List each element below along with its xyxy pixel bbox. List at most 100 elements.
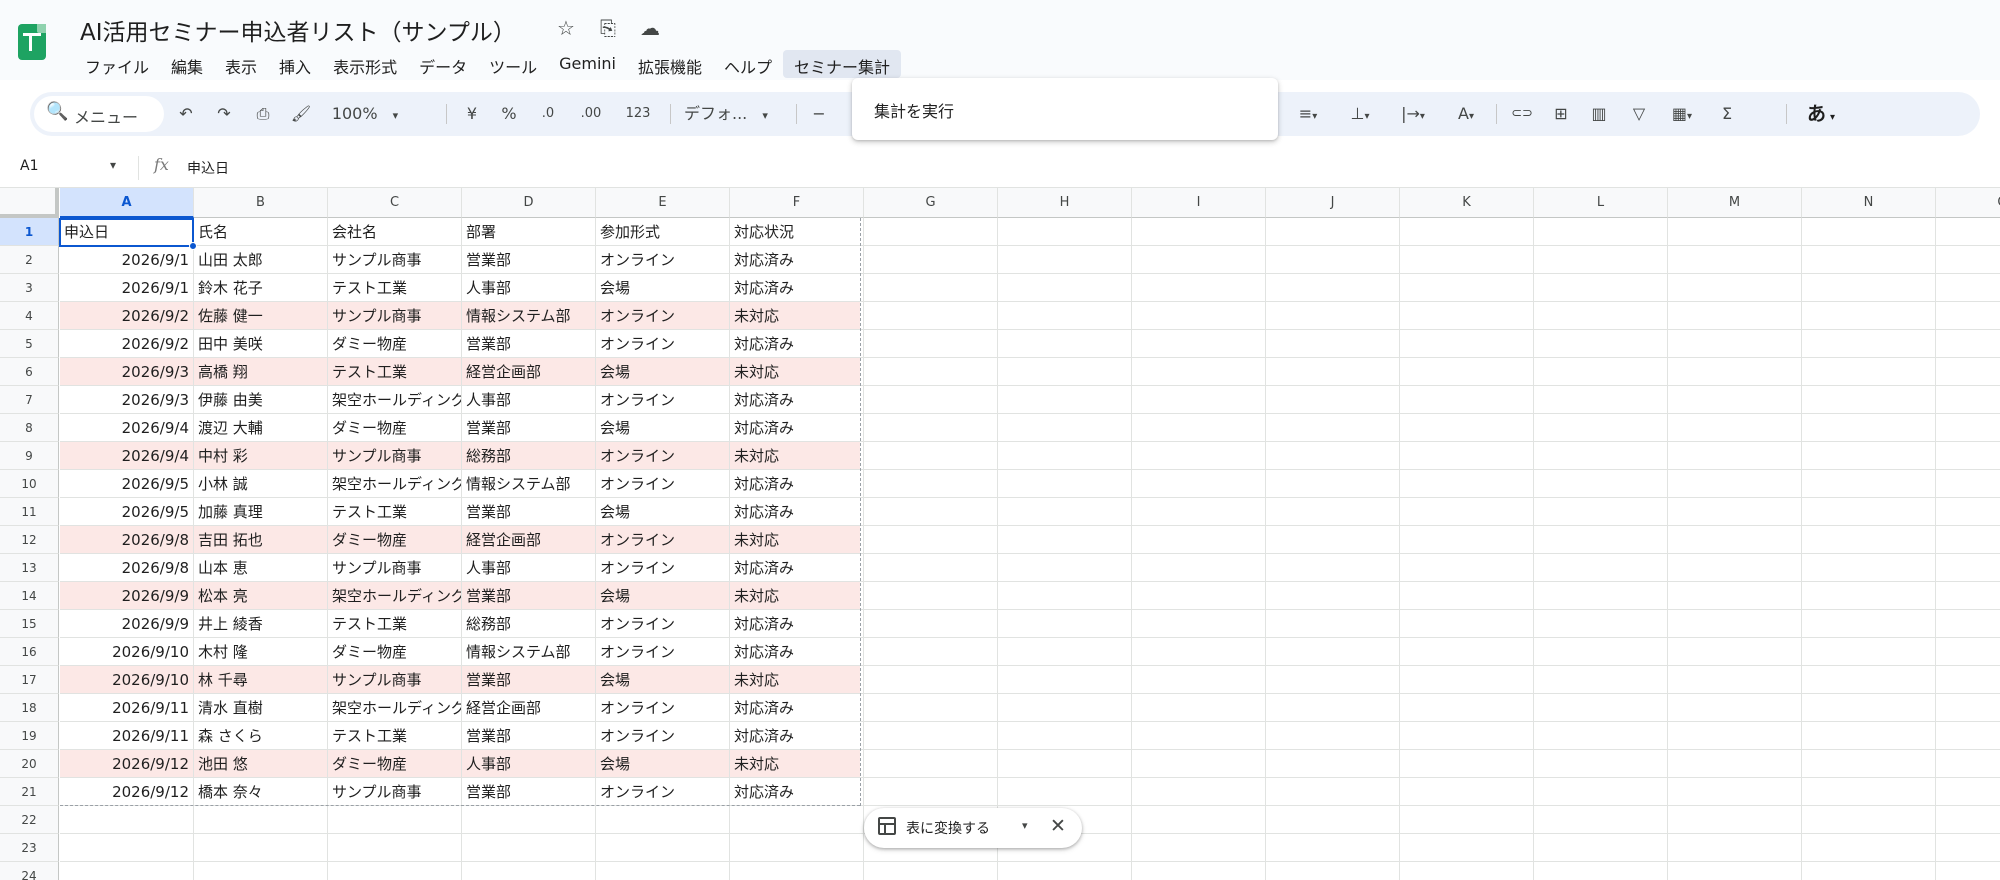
table-cell[interactable]: テスト工業 — [328, 274, 462, 302]
table-cell[interactable]: 会場 — [596, 358, 730, 386]
header-cell[interactable]: 対応状況 — [730, 218, 864, 246]
zoom-select[interactable]: 100% ▾ — [330, 92, 400, 136]
fill-handle[interactable] — [189, 242, 197, 250]
font-family-select[interactable]: デフォ... ▾ — [684, 92, 784, 136]
menu-item[interactable]: データ — [408, 50, 478, 78]
table-cell[interactable]: オンライン — [596, 610, 730, 638]
table-cell[interactable]: 対応済み — [730, 470, 864, 498]
table-cell[interactable]: 営業部 — [462, 246, 596, 274]
table-cell[interactable]: 総務部 — [462, 442, 596, 470]
table-cell[interactable]: オンライン — [596, 554, 730, 582]
table-cell[interactable]: 2026/9/2 — [60, 330, 194, 358]
table-cell[interactable]: サンプル商事 — [328, 778, 462, 806]
table-cell[interactable]: オンライン — [596, 330, 730, 358]
table-cell[interactable]: ダミー物産 — [328, 638, 462, 666]
table-cell[interactable]: 2026/9/8 — [60, 554, 194, 582]
table-cell[interactable]: 架空ホールディングス — [328, 582, 462, 610]
column-header[interactable]: M — [1668, 188, 1802, 218]
table-cell[interactable]: 会場 — [596, 498, 730, 526]
row-header[interactable]: 23 — [0, 834, 59, 862]
table-cell[interactable]: 山本 恵 — [194, 554, 328, 582]
table-cell[interactable]: 経営企画部 — [462, 526, 596, 554]
table-cell[interactable]: 未対応 — [730, 666, 864, 694]
column-header[interactable]: I — [1132, 188, 1266, 218]
table-cell[interactable]: 2026/9/11 — [60, 722, 194, 750]
select-all-corner[interactable] — [0, 188, 59, 218]
column-header[interactable]: L — [1534, 188, 1668, 218]
table-cell[interactable]: 小林 誠 — [194, 470, 328, 498]
table-cell[interactable]: 情報システム部 — [462, 638, 596, 666]
table-cell[interactable]: サンプル商事 — [328, 302, 462, 330]
table-cell[interactable]: 営業部 — [462, 330, 596, 358]
table-cell[interactable]: サンプル商事 — [328, 666, 462, 694]
table-cell[interactable]: 井上 綾香 — [194, 610, 328, 638]
row-header[interactable]: 20 — [0, 750, 59, 778]
row-header[interactable]: 3 — [0, 274, 59, 302]
table-cell[interactable]: 2026/9/9 — [60, 610, 194, 638]
filter-icon[interactable]: ▽ — [1624, 92, 1654, 136]
table-cell[interactable]: ダミー物産 — [328, 750, 462, 778]
table-cell[interactable]: 対応済み — [730, 638, 864, 666]
table-cell[interactable]: 鈴木 花子 — [194, 274, 328, 302]
table-cell[interactable]: 2026/9/9 — [60, 582, 194, 610]
table-cell[interactable]: 対応済み — [730, 610, 864, 638]
functions-icon[interactable]: Σ — [1712, 92, 1742, 136]
row-header[interactable]: 14 — [0, 582, 59, 610]
vertical-align-select[interactable]: ⊥▾ — [1338, 92, 1382, 136]
table-cell[interactable]: 架空ホールディングス — [328, 386, 462, 414]
table-cell[interactable]: 経営企画部 — [462, 358, 596, 386]
row-header[interactable]: 11 — [0, 498, 59, 526]
table-cell[interactable]: 2026/9/4 — [60, 442, 194, 470]
document-title[interactable]: AI活用セミナー申込者リスト（サンプル） — [80, 13, 516, 47]
row-header[interactable]: 22 — [0, 806, 59, 834]
table-cell[interactable]: 吉田 拓也 — [194, 526, 328, 554]
table-cell[interactable]: 営業部 — [462, 722, 596, 750]
column-header[interactable]: K — [1400, 188, 1534, 218]
table-cell[interactable]: テスト工業 — [328, 722, 462, 750]
table-cell[interactable]: テスト工業 — [328, 358, 462, 386]
menu-item[interactable]: Gemini — [548, 50, 627, 78]
table-cell[interactable]: 2026/9/11 — [60, 694, 194, 722]
table-cell[interactable]: 対応済み — [730, 694, 864, 722]
menu-item[interactable]: セミナー集計 — [783, 50, 902, 78]
run-aggregation-menu-item[interactable]: 集計を実行 — [874, 98, 954, 122]
table-cell[interactable]: 森 さくら — [194, 722, 328, 750]
table-cell[interactable]: 対応済み — [730, 414, 864, 442]
table-cell[interactable]: 田中 美咲 — [194, 330, 328, 358]
menu-item[interactable]: ファイル — [74, 50, 160, 78]
undo-icon[interactable]: ↶ — [172, 92, 200, 136]
table-cell[interactable]: 架空ホールディングス — [328, 694, 462, 722]
header-cell[interactable]: 参加形式 — [596, 218, 730, 246]
row-header[interactable]: 1 — [0, 218, 59, 246]
table-cell[interactable]: 未対応 — [730, 750, 864, 778]
menu-search[interactable]: 🔍 メニュー — [34, 96, 164, 132]
table-cell[interactable]: 渡辺 大輔 — [194, 414, 328, 442]
table-cell[interactable]: 未対応 — [730, 582, 864, 610]
row-header[interactable]: 5 — [0, 330, 59, 358]
insert-link-icon[interactable]: ⊂⊃ — [1506, 92, 1538, 136]
menu-item[interactable]: 拡張機能 — [627, 50, 713, 78]
header-cell[interactable]: 会社名 — [328, 218, 462, 246]
table-cell[interactable]: 人事部 — [462, 386, 596, 414]
table-cell[interactable]: 人事部 — [462, 750, 596, 778]
table-cell[interactable]: 松本 亮 — [194, 582, 328, 610]
redo-icon[interactable]: ↷ — [210, 92, 238, 136]
column-header[interactable]: B — [194, 188, 328, 218]
row-header[interactable]: 15 — [0, 610, 59, 638]
table-cell[interactable]: 2026/9/12 — [60, 778, 194, 806]
table-cell[interactable]: 営業部 — [462, 778, 596, 806]
insert-comment-icon[interactable]: ⊞ — [1546, 92, 1576, 136]
convert-to-table-chip[interactable]: 表に変換する ▾ ✕ — [864, 808, 1082, 848]
table-cell[interactable]: 2026/9/3 — [60, 358, 194, 386]
table-cell[interactable]: 対応済み — [730, 274, 864, 302]
table-cell[interactable]: サンプル商事 — [328, 554, 462, 582]
insert-chart-icon[interactable]: ▥ — [1584, 92, 1614, 136]
table-cell[interactable]: 橋本 奈々 — [194, 778, 328, 806]
table-cell[interactable]: 未対応 — [730, 358, 864, 386]
table-cell[interactable]: 人事部 — [462, 554, 596, 582]
table-cell[interactable]: 2026/9/5 — [60, 498, 194, 526]
decrease-decimal-button[interactable]: .0 — [534, 92, 562, 136]
table-cell[interactable]: 架空ホールディングス — [328, 470, 462, 498]
table-cell[interactable]: オンライン — [596, 470, 730, 498]
row-header[interactable]: 4 — [0, 302, 59, 330]
